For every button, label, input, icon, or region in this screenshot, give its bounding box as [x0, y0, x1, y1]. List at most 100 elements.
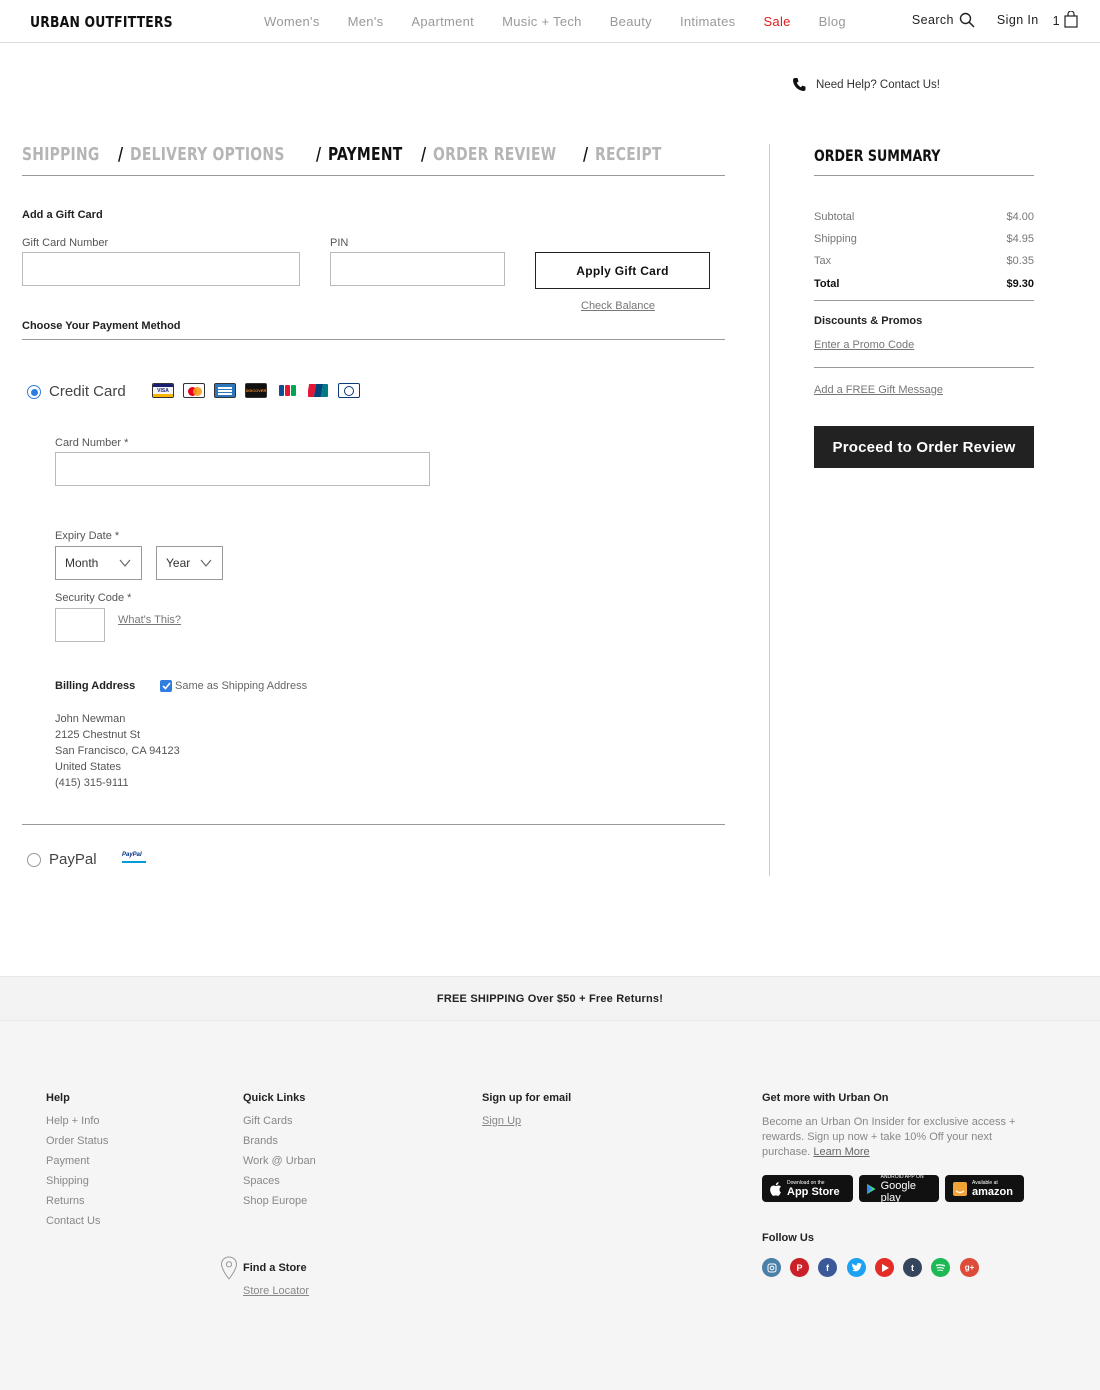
google-play-badge[interactable]: ANDROID APP ON Google play — [859, 1174, 939, 1204]
gift-card-pin-input[interactable] — [330, 252, 505, 286]
nav-item-sale[interactable]: Sale — [763, 14, 790, 29]
payment-method-title: Choose Your Payment Method — [22, 320, 181, 332]
nav-item-apartment[interactable]: Apartment — [411, 14, 474, 29]
instagram-icon[interactable] — [762, 1258, 781, 1277]
cart-count: 1 — [1052, 14, 1060, 28]
address-country: United States — [55, 761, 122, 773]
spotify-icon[interactable] — [931, 1258, 950, 1277]
app-store-big-text: App Store — [787, 1185, 840, 1198]
youtube-icon[interactable] — [875, 1258, 894, 1277]
nav-item-beauty[interactable]: Beauty — [610, 14, 652, 29]
nav-item-music-tech[interactable]: Music + Tech — [502, 14, 582, 29]
expiry-year-select[interactable]: Year — [156, 546, 223, 580]
phone-icon — [793, 78, 806, 91]
billing-address-block: John Newman 2125 Chestnut St San Francis… — [55, 711, 180, 791]
security-code-input[interactable] — [55, 608, 105, 642]
amazon-app-icon — [953, 1181, 967, 1196]
tax-label: Tax — [814, 255, 832, 267]
footer-link-work-at-urban[interactable]: Work @ Urban — [243, 1155, 316, 1167]
subtotal-value: $4.00 — [1006, 211, 1034, 223]
shopping-bag-icon — [1064, 11, 1078, 28]
footer-link-brands[interactable]: Brands — [243, 1135, 278, 1147]
footer-link-shipping[interactable]: Shipping — [46, 1175, 89, 1187]
credit-card-radio[interactable] — [27, 385, 41, 399]
step-separator: / — [316, 144, 322, 165]
checkmark-icon — [161, 682, 171, 690]
expiry-month-select[interactable]: Month — [55, 546, 142, 580]
search-icon — [959, 12, 975, 28]
shipping-label: Shipping — [814, 233, 857, 245]
site-footer — [0, 1021, 1100, 1390]
nav-item-blog[interactable]: Blog — [819, 14, 846, 29]
apply-gift-card-button[interactable]: Apply Gift Card — [535, 252, 710, 289]
card-brand-icons: VISA DISCOVER — [152, 383, 360, 398]
amazon-badge[interactable]: Available at amazon — [945, 1175, 1024, 1202]
gift-card-number-label: Gift Card Number — [22, 237, 109, 249]
gift-card-pin-label: PIN — [330, 237, 349, 249]
year-select-value: Year — [166, 556, 191, 570]
tumblr-icon[interactable]: t — [903, 1258, 922, 1277]
step-order-review: ORDER REVIEW — [433, 144, 557, 165]
email-signup-link[interactable]: Sign Up — [482, 1115, 521, 1127]
mastercard-icon — [183, 383, 205, 398]
footer-link-spaces[interactable]: Spaces — [243, 1175, 280, 1187]
app-store-badge[interactable]: Download on the App Store — [762, 1175, 853, 1202]
nav-item-intimates[interactable]: Intimates — [680, 14, 735, 29]
shipping-value: $4.95 — [1006, 233, 1034, 245]
whats-this-link[interactable]: What's This? — [118, 614, 181, 626]
cart-button[interactable]: 1 — [1053, 11, 1078, 28]
site-header: URBAN OUTFITTERS Women's Men's Apartment… — [0, 0, 1100, 43]
footer-link-payment[interactable]: Payment — [46, 1155, 89, 1167]
paypal-radio[interactable] — [27, 853, 41, 867]
step-receipt: RECEIPT — [595, 144, 662, 165]
help-text: Need Help? Contact Us! — [816, 78, 941, 91]
help-contact-link[interactable]: Need Help? Contact Us! — [792, 77, 940, 92]
total-value: $9.30 — [1006, 278, 1034, 290]
amazon-big-text: amazon — [972, 1185, 1013, 1198]
site-logo[interactable]: URBAN OUTFITTERS — [30, 13, 173, 31]
map-pin-icon — [220, 1256, 238, 1280]
twitter-icon[interactable] — [847, 1258, 866, 1277]
divider — [22, 339, 725, 340]
credit-card-label[interactable]: Credit Card — [49, 383, 126, 400]
urban-on-text: Become an Urban On Insider for exclusive… — [762, 1116, 1016, 1158]
step-delivery-options[interactable]: DELIVERY OPTIONS — [130, 144, 285, 165]
sign-in-link[interactable]: Sign In — [997, 13, 1039, 27]
card-number-input[interactable] — [55, 452, 430, 486]
proceed-to-order-review-button[interactable]: Proceed to Order Review — [814, 426, 1034, 468]
footer-link-gift-cards[interactable]: Gift Cards — [243, 1115, 293, 1127]
address-city: San Francisco, CA 94123 — [55, 745, 180, 757]
promo-code-link[interactable]: Enter a Promo Code — [814, 339, 914, 351]
footer-link-shop-europe[interactable]: Shop Europe — [243, 1195, 307, 1207]
address-phone: (415) 315-9111 — [55, 777, 129, 789]
paypal-logo-text: PayPal — [122, 852, 142, 858]
google-plus-icon[interactable]: g+ — [960, 1258, 979, 1277]
nav-item-womens[interactable]: Women's — [264, 14, 320, 29]
step-separator: / — [118, 144, 124, 165]
step-shipping[interactable]: SHIPPING — [22, 144, 100, 165]
learn-more-link[interactable]: Learn More — [813, 1146, 869, 1158]
footer-link-order-status[interactable]: Order Status — [46, 1135, 108, 1147]
footer-link-contact-us[interactable]: Contact Us — [46, 1215, 100, 1227]
order-summary-title: ORDER SUMMARY — [814, 146, 1034, 176]
same-as-shipping-checkbox[interactable] — [160, 680, 172, 692]
checkout-steps: SHIPPING / DELIVERY OPTIONS / PAYMENT / … — [22, 144, 725, 176]
step-separator: / — [421, 144, 427, 165]
google-play-icon — [867, 1183, 876, 1194]
security-code-label: Security Code * — [55, 592, 132, 604]
footer-link-returns[interactable]: Returns — [46, 1195, 85, 1207]
divider — [814, 300, 1034, 301]
store-locator-link[interactable]: Store Locator — [243, 1285, 309, 1297]
tax-value: $0.35 — [1006, 255, 1034, 267]
check-balance-link[interactable]: Check Balance — [581, 300, 655, 312]
same-as-shipping-label[interactable]: Same as Shipping Address — [175, 680, 307, 692]
gift-message-link[interactable]: Add a FREE Gift Message — [814, 384, 943, 396]
nav-item-mens[interactable]: Men's — [348, 14, 384, 29]
paypal-label[interactable]: PayPal — [49, 851, 97, 868]
search-button[interactable]: Search — [912, 12, 975, 28]
footer-link-help-info[interactable]: Help + Info — [46, 1115, 100, 1127]
pinterest-icon[interactable]: P — [790, 1258, 809, 1277]
divider — [814, 367, 1034, 368]
gift-card-number-input[interactable] — [22, 252, 300, 286]
facebook-icon[interactable]: f — [818, 1258, 837, 1277]
